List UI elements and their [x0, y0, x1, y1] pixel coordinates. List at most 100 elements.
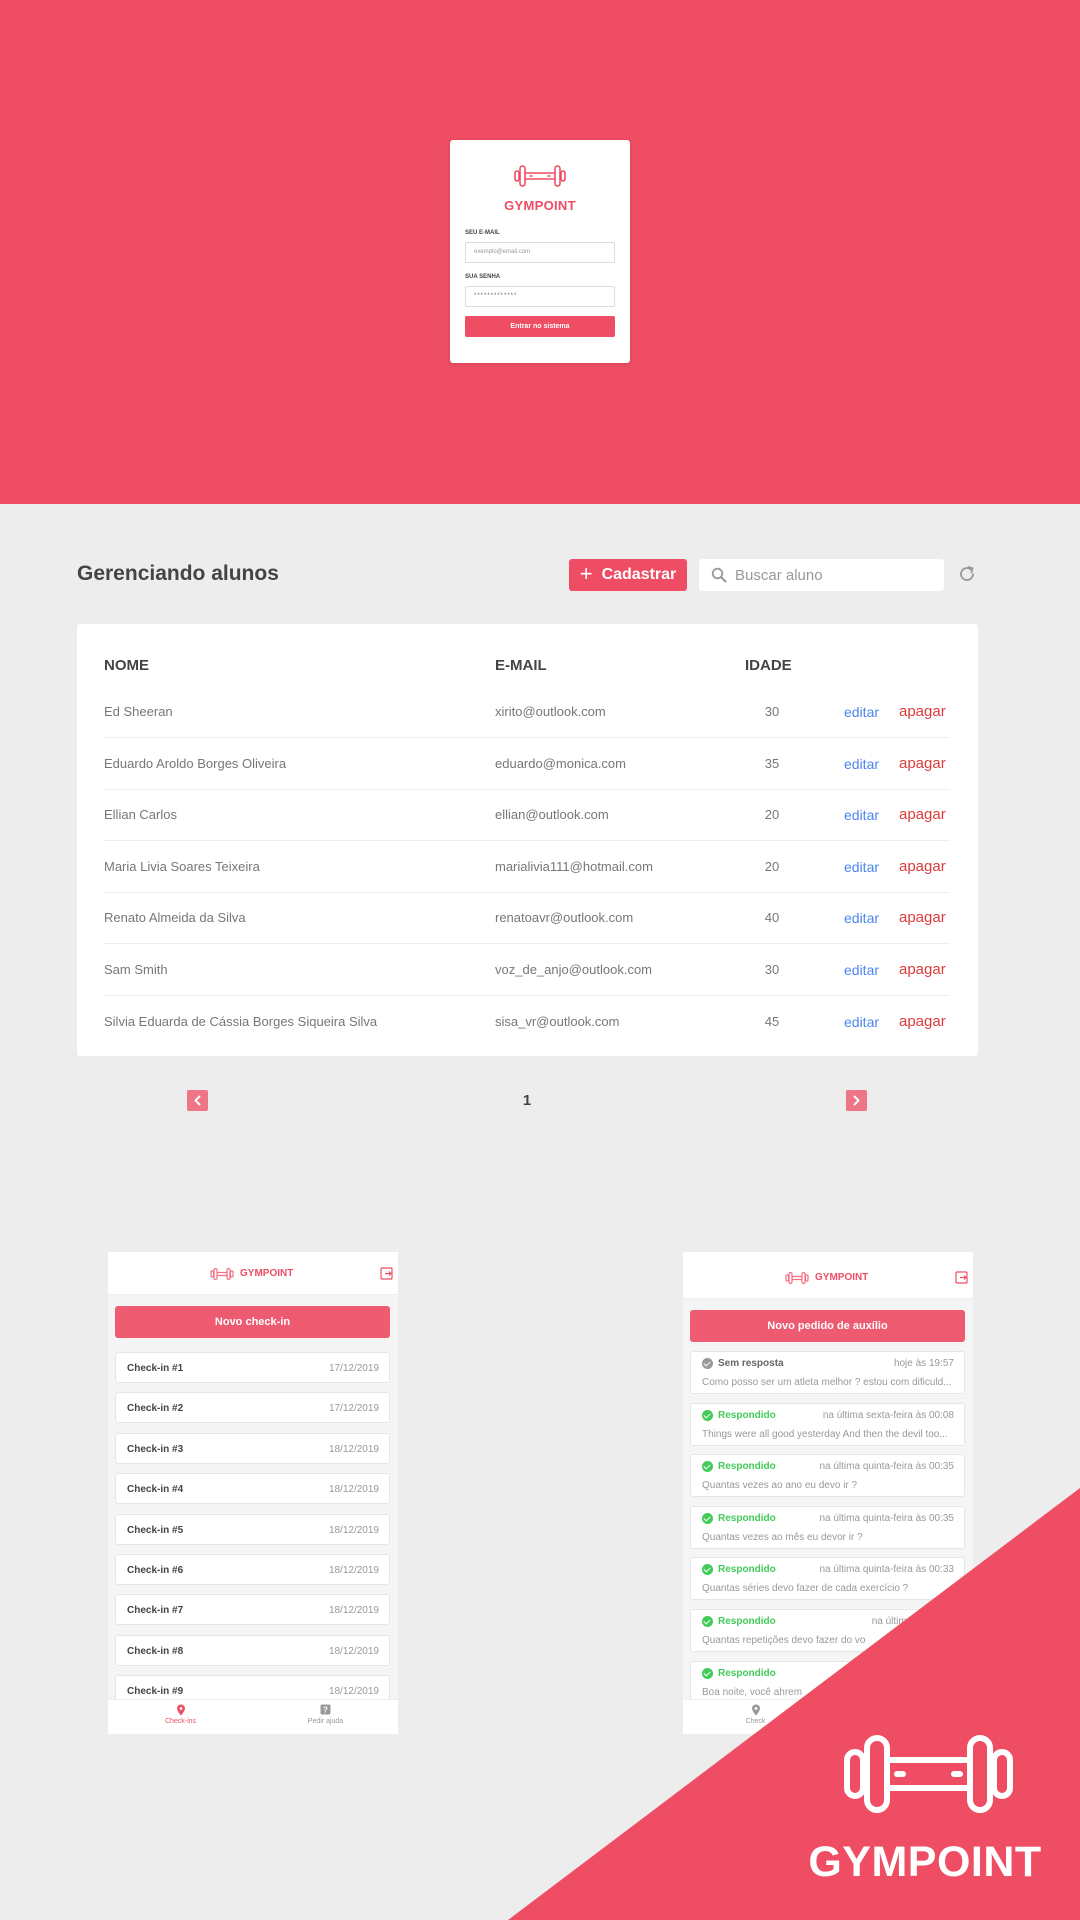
students-table: NOME E-MAIL IDADE Ed Sheeran xirito@outlo… [77, 624, 978, 1056]
search-icon [711, 567, 727, 583]
status-label: Sem resposta [718, 1358, 784, 1369]
page-title: Gerenciando alunos [77, 562, 279, 585]
student-email: eduardo@monica.com [495, 755, 626, 771]
student-email: sisa_vr@outlook.com [495, 1013, 620, 1029]
delete-link[interactable]: apagar [899, 686, 946, 738]
edit-link[interactable]: editar [844, 841, 879, 893]
page-number: 1 [522, 1092, 532, 1109]
delete-link[interactable]: apagar [899, 892, 946, 944]
next-page-button[interactable] [846, 1090, 867, 1111]
search-input[interactable]: Buscar aluno [699, 559, 944, 591]
delete-link[interactable]: apagar [899, 841, 946, 893]
status-label: Respondido [718, 1512, 776, 1524]
student-age: 30 [764, 704, 780, 719]
logout-icon[interactable] [955, 1271, 968, 1284]
status-badge: Respondido [702, 1564, 776, 1576]
help-question: Things were all good yesterday And then … [702, 1428, 948, 1440]
student-age: 40 [764, 910, 780, 926]
table-row: Ellian Carlos ellian@outlook.com 20 editar a… [104, 789, 950, 842]
help-orders-mobile-screen: GYMPOINT Novo pedido de auxílio Sem resp… [683, 1252, 973, 1734]
help-time: na última quinta-feira às 00:33 [819, 1564, 954, 1576]
help-time: na última quinta-fe [871, 1616, 954, 1627]
register-button-label: Cadastrar [601, 566, 677, 583]
column-header-email: E-MAIL [495, 657, 547, 674]
checkin-title: Check-in #3 [127, 1443, 184, 1455]
list-item[interactable]: Respondido na Boa noite, você ahrem [690, 1660, 965, 1704]
checkin-date: 18/12/2019 [328, 1605, 379, 1617]
list-item[interactable]: Respondido na última quinta-feira às 00:3… [690, 1505, 965, 1549]
refresh-icon[interactable] [957, 564, 977, 584]
tab-help-label: Pedir ajuda [307, 1718, 344, 1725]
checkin-title: Check-in #5 [127, 1524, 184, 1536]
student-age: 20 [764, 858, 780, 874]
list-item[interactable]: Check-in #1 17/12/2019 [115, 1352, 390, 1383]
status-label: Respondido [718, 1667, 776, 1679]
table-row: Renato Almeida da Silva renatoavr@outlook… [104, 892, 950, 945]
delete-link[interactable]: apagar [899, 789, 946, 841]
checkin-title: Check-in #2 [127, 1403, 184, 1415]
edit-link[interactable]: editar [844, 892, 879, 944]
list-item[interactable]: Respondido na última quinta-fe Quantas rep… [690, 1609, 965, 1652]
search-placeholder: Buscar aluno [735, 566, 823, 584]
tab-help[interactable]: ? Pedir ajuda [253, 1704, 398, 1725]
edit-link[interactable]: editar [844, 944, 879, 996]
check-circle-icon [702, 1409, 713, 1421]
checkin-date: 18/12/2019 [328, 1484, 379, 1496]
edit-link[interactable]: editar [844, 738, 879, 790]
checkin-date: 17/12/2019 [328, 1363, 379, 1374]
student-age: 20 [764, 807, 780, 823]
list-item[interactable]: Check-in #7 18/12/2019 [115, 1594, 390, 1626]
list-item[interactable]: Respondido na última sexta-feira às 00:08… [690, 1402, 965, 1446]
check-circle-icon [702, 1461, 713, 1473]
plus-icon: + [579, 561, 593, 586]
list-item[interactable]: Check-in #3 18/12/2019 [115, 1432, 390, 1464]
list-item[interactable]: Check-in #2 17/12/2019 [115, 1392, 390, 1424]
delete-link[interactable]: apagar [899, 996, 946, 1048]
edit-link[interactable]: editar [844, 996, 879, 1048]
status-badge: Respondido [702, 1616, 776, 1627]
delete-link[interactable]: apagar [899, 738, 946, 790]
list-item[interactable]: Check-in #6 18/12/2019 [115, 1554, 390, 1585]
svg-text:?: ? [323, 1706, 328, 1715]
student-age: 45 [764, 1013, 780, 1029]
email-field[interactable]: exemplo@email.com [465, 242, 615, 263]
status-label: Respondido [718, 1564, 776, 1576]
login-card: GYMPOINT SEU E-MAIL exemplo@email.com SU… [450, 140, 630, 363]
student-email: ellian@outlook.com [495, 807, 609, 823]
new-checkin-button[interactable]: Novo check-in [115, 1306, 390, 1338]
tab-checkins[interactable]: Check-ins [108, 1704, 253, 1725]
student-email: xirito@outlook.com [495, 704, 606, 719]
list-item[interactable]: Check-in #8 18/12/2019 [115, 1634, 390, 1666]
status-label: Respondido [718, 1616, 776, 1627]
mobile-tabbar: Check [683, 1699, 973, 1734]
dumbbell-icon [514, 165, 566, 187]
status-badge: Respondido [702, 1512, 776, 1524]
checkin-title: Check-in #6 [127, 1565, 184, 1576]
map-pin-icon [751, 1704, 760, 1716]
list-item[interactable]: Respondido na última quinta-feira às 00:3… [690, 1454, 965, 1498]
list-item[interactable]: Sem resposta hoje às 19:57 Como posso ser … [690, 1351, 965, 1394]
status-badge: Respondido [702, 1667, 776, 1679]
map-pin-icon [176, 1704, 185, 1716]
login-submit-button[interactable]: Entrar no sistema [465, 316, 615, 337]
checkin-title: Check-in #4 [127, 1484, 184, 1496]
delete-link[interactable]: apagar [899, 944, 946, 996]
student-age: 35 [764, 755, 780, 771]
register-button[interactable]: + Cadastrar [569, 559, 687, 591]
dumbbell-icon [210, 1267, 234, 1281]
help-question: Boa noite, você ahrem [702, 1686, 803, 1698]
student-name: Silvia Eduarda de Cássia Borges Siqueira… [104, 1013, 378, 1029]
password-field[interactable]: ************* [465, 286, 615, 307]
tab-checkins[interactable]: Check [683, 1704, 828, 1725]
new-help-order-button[interactable]: Novo pedido de auxílio [690, 1310, 965, 1342]
chevron-right-icon [853, 1095, 860, 1106]
edit-link[interactable]: editar [844, 686, 879, 738]
help-question: Quantas vezes ao mês eu devor ir ? [702, 1531, 863, 1543]
list-item[interactable]: Check-in #4 18/12/2019 [115, 1473, 390, 1505]
check-circle-icon [702, 1667, 713, 1679]
logout-icon[interactable] [380, 1267, 393, 1280]
list-item[interactable]: Check-in #5 18/12/2019 [115, 1513, 390, 1545]
table-row: Ed Sheeran xirito@outlook.com 30 editar apag… [104, 686, 950, 738]
edit-link[interactable]: editar [844, 789, 879, 841]
list-item[interactable]: Respondido na última quinta-feira às 00:3… [690, 1557, 965, 1601]
